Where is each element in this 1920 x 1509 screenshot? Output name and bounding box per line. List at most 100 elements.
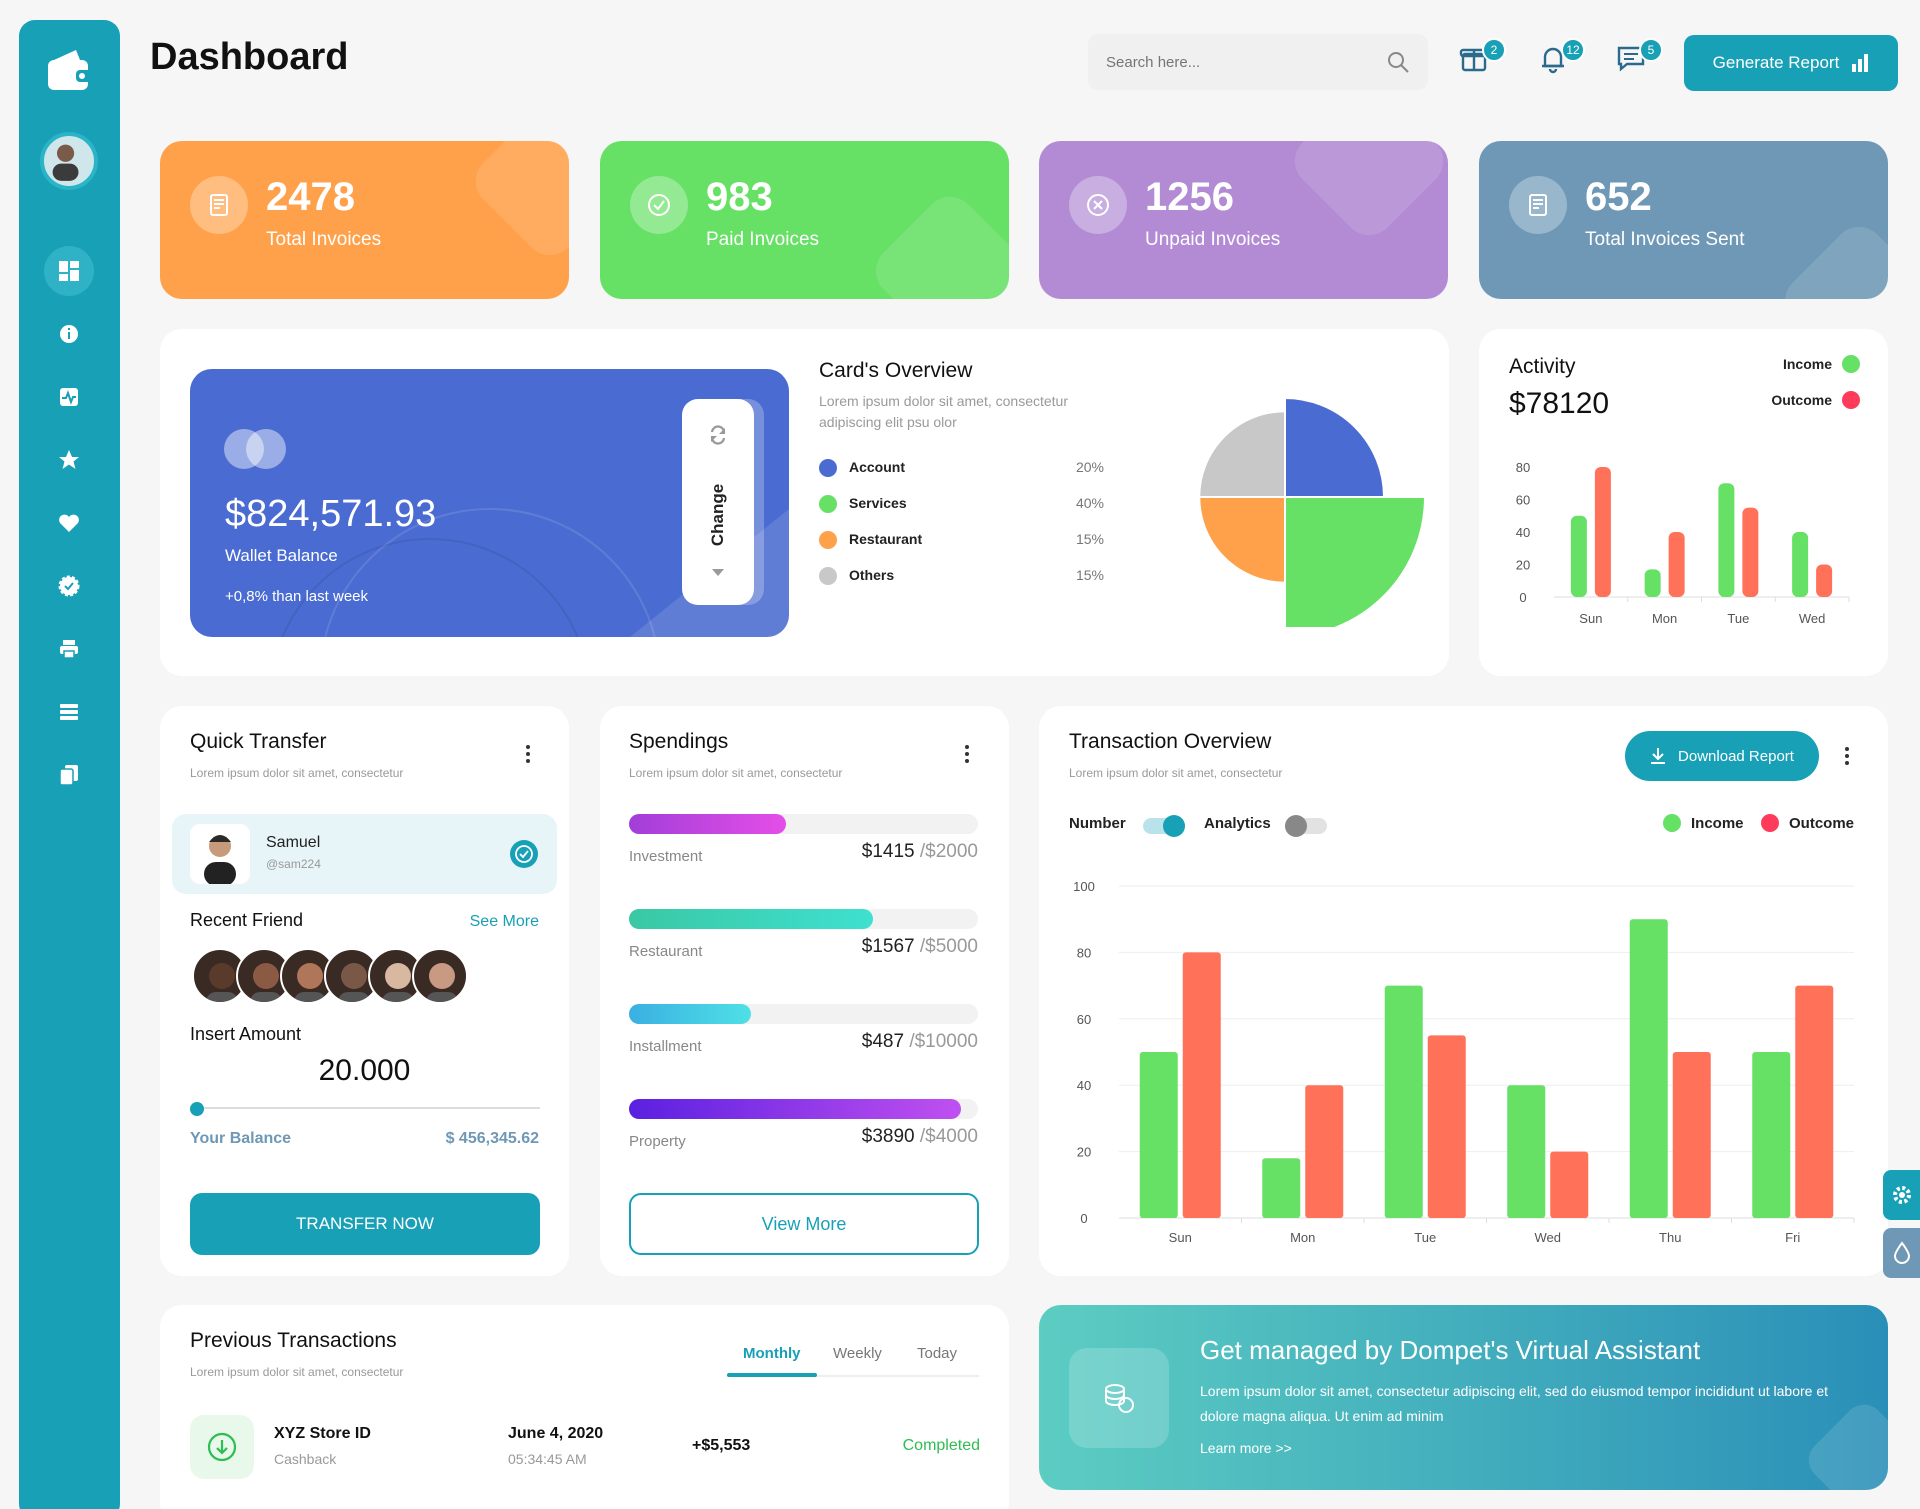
bar-income-sun: [1570, 515, 1587, 597]
paid-invoices-card[interactable]: 983 Paid Invoices: [600, 141, 1009, 299]
tab-monthly[interactable]: Monthly: [743, 1345, 801, 1362]
friend-avatar[interactable]: [412, 948, 468, 1004]
download-report-label: Download Report: [1678, 747, 1794, 765]
x-tick-label: Sun: [1169, 1230, 1192, 1245]
activity-bar-chart: 0 20 40 60 80 Sun Mon Tue Wed: [1516, 460, 1850, 626]
sidebar-item-star[interactable]: [44, 435, 94, 485]
quick-transfer-title: Quick Transfer: [190, 730, 327, 753]
sidebar-item-printer[interactable]: [44, 624, 94, 674]
income-legend-dot: [1842, 355, 1860, 373]
more-options-icon[interactable]: [1844, 744, 1850, 766]
card-decoration: [865, 186, 1009, 299]
coins-icon: [1105, 1384, 1134, 1413]
tab-weekly[interactable]: Weekly: [833, 1345, 882, 1362]
more-options-icon[interactable]: [964, 742, 970, 764]
view-more-button[interactable]: View More: [629, 1193, 979, 1255]
bar-outcome-mon: [1668, 532, 1685, 597]
spending-value: $1567 /$5000: [862, 936, 978, 958]
legend-dot: [819, 531, 837, 549]
bar-income-tue: [1384, 985, 1423, 1218]
total-invoices-sent-card[interactable]: 652 Total Invoices Sent: [1479, 141, 1888, 299]
bar-income-wed: [1507, 1085, 1546, 1218]
legend-outcome: Outcome: [1761, 814, 1854, 832]
learn-more-link[interactable]: Learn more >>: [1200, 1440, 1292, 1456]
stat-value: 2478: [266, 175, 355, 219]
search-input[interactable]: [1106, 53, 1366, 71]
pie-slice-others: [1198, 410, 1286, 498]
activity-legend-income: Income: [1783, 355, 1860, 373]
card-chip-icon: [224, 429, 288, 469]
y-tick-label: 0: [1519, 590, 1526, 605]
legend-label: Account: [849, 459, 905, 475]
gift-badge: 2: [1482, 38, 1506, 62]
legend-item-services: Services 40%: [819, 492, 1104, 516]
user-avatar[interactable]: [40, 132, 98, 190]
settings-floating-button[interactable]: [1883, 1170, 1920, 1220]
change-button[interactable]: Change: [682, 399, 754, 605]
bar-outcome-tue: [1427, 1035, 1466, 1218]
transfer-now-button[interactable]: TRANSFER NOW: [190, 1193, 540, 1255]
generate-report-button[interactable]: Generate Report: [1684, 35, 1898, 91]
recipient-handle: @sam224: [266, 857, 321, 871]
spendings-subtitle: Lorem ipsum dolor sit amet, consectetur: [629, 766, 843, 780]
insert-amount-label: Insert Amount: [190, 1024, 302, 1044]
messages-button[interactable]: 5: [1615, 38, 1663, 82]
transaction-bar-chart: 0 20 40 60 80 100 Sun Mon Tue Wed Thu Fri: [1073, 879, 1855, 1245]
sidebar-item-list[interactable]: [44, 687, 94, 737]
unpaid-invoices-card[interactable]: 1256 Unpaid Invoices: [1039, 141, 1448, 299]
recent-friend-label: Recent Friend: [190, 910, 304, 930]
activity-panel: Activity $78120 Income Outcome 0 20 40 60 80…: [1479, 329, 1888, 676]
legend-percent: 15%: [1075, 531, 1104, 547]
transaction-row[interactable]: XYZ Store ID Cashback June 4, 2020 05:34…: [190, 1415, 980, 1485]
bar-outcome-wed: [1550, 1151, 1589, 1218]
number-toggle[interactable]: [1143, 815, 1185, 837]
gift-button[interactable]: 2: [1458, 38, 1506, 82]
spending-progress-fill: [629, 814, 787, 834]
spending-value: $487 /$10000: [862, 1031, 978, 1053]
spendings-title: Spendings: [629, 730, 729, 753]
search-bar[interactable]: [1088, 34, 1428, 90]
see-more-link[interactable]: See More: [470, 913, 539, 931]
sidebar-item-info[interactable]: [44, 309, 94, 359]
recipient-avatar: [190, 824, 250, 884]
sidebar-item-badge-check[interactable]: [44, 561, 94, 611]
amount-slider-handle[interactable]: [190, 1102, 204, 1116]
quick-transfer-panel: Quick Transfer Lorem ipsum dolor sit ame…: [160, 706, 569, 1276]
sidebar-item-activity[interactable]: [44, 372, 94, 422]
selected-recipient[interactable]: Samuel @sam224: [172, 814, 557, 894]
sidebar-item-documents[interactable]: [44, 750, 94, 800]
heart-icon: [59, 514, 79, 532]
bar-income-sun: [1139, 1052, 1178, 1218]
activity-amount: $78120: [1509, 387, 1610, 420]
download-report-button[interactable]: Download Report: [1625, 731, 1819, 781]
transaction-name: XYZ Store ID: [274, 1425, 371, 1442]
spending-progress-fill: [629, 1004, 752, 1024]
check-circle-icon: [510, 840, 538, 868]
cards-overview-subtitle: Lorem ipsum dolor sit amet, consectetur …: [819, 393, 1068, 430]
previous-transactions-title: Previous Transactions: [190, 1329, 397, 1352]
spending-name: Property: [629, 1133, 686, 1150]
y-tick-label: 20: [1077, 1145, 1091, 1160]
tab-today[interactable]: Today: [917, 1345, 957, 1362]
amount-slider[interactable]: [190, 1102, 540, 1116]
sidebar-item-dashboard[interactable]: [44, 246, 94, 296]
amount-value[interactable]: 20.000: [160, 1054, 569, 1088]
stat-value: 652: [1585, 175, 1652, 219]
sidebar-item-heart[interactable]: [44, 498, 94, 548]
virtual-assistant-banner: Get managed by Dompet's Virtual Assistan…: [1039, 1305, 1888, 1490]
transaction-overview-subtitle: Lorem ipsum dolor sit amet, consectetur: [1069, 766, 1283, 780]
theme-floating-button[interactable]: [1883, 1228, 1920, 1278]
bar-outcome-fri: [1795, 985, 1834, 1218]
bar-outcome-thu: [1672, 1052, 1711, 1218]
wallet-logo-icon[interactable]: [46, 46, 94, 94]
your-balance-value: $ 456,345.62: [445, 1130, 539, 1147]
search-icon[interactable]: [1386, 50, 1410, 74]
x-tick-label: Tue: [1727, 611, 1749, 626]
wallet-change: +0,8% than last week: [225, 588, 369, 605]
analytics-toggle[interactable]: [1285, 815, 1327, 837]
legend-label: Others: [849, 567, 895, 583]
total-invoices-card[interactable]: 2478 Total Invoices: [160, 141, 569, 299]
transaction-type: Cashback: [274, 1451, 337, 1467]
notifications-button[interactable]: 12: [1537, 38, 1585, 82]
more-options-icon[interactable]: [525, 742, 531, 764]
